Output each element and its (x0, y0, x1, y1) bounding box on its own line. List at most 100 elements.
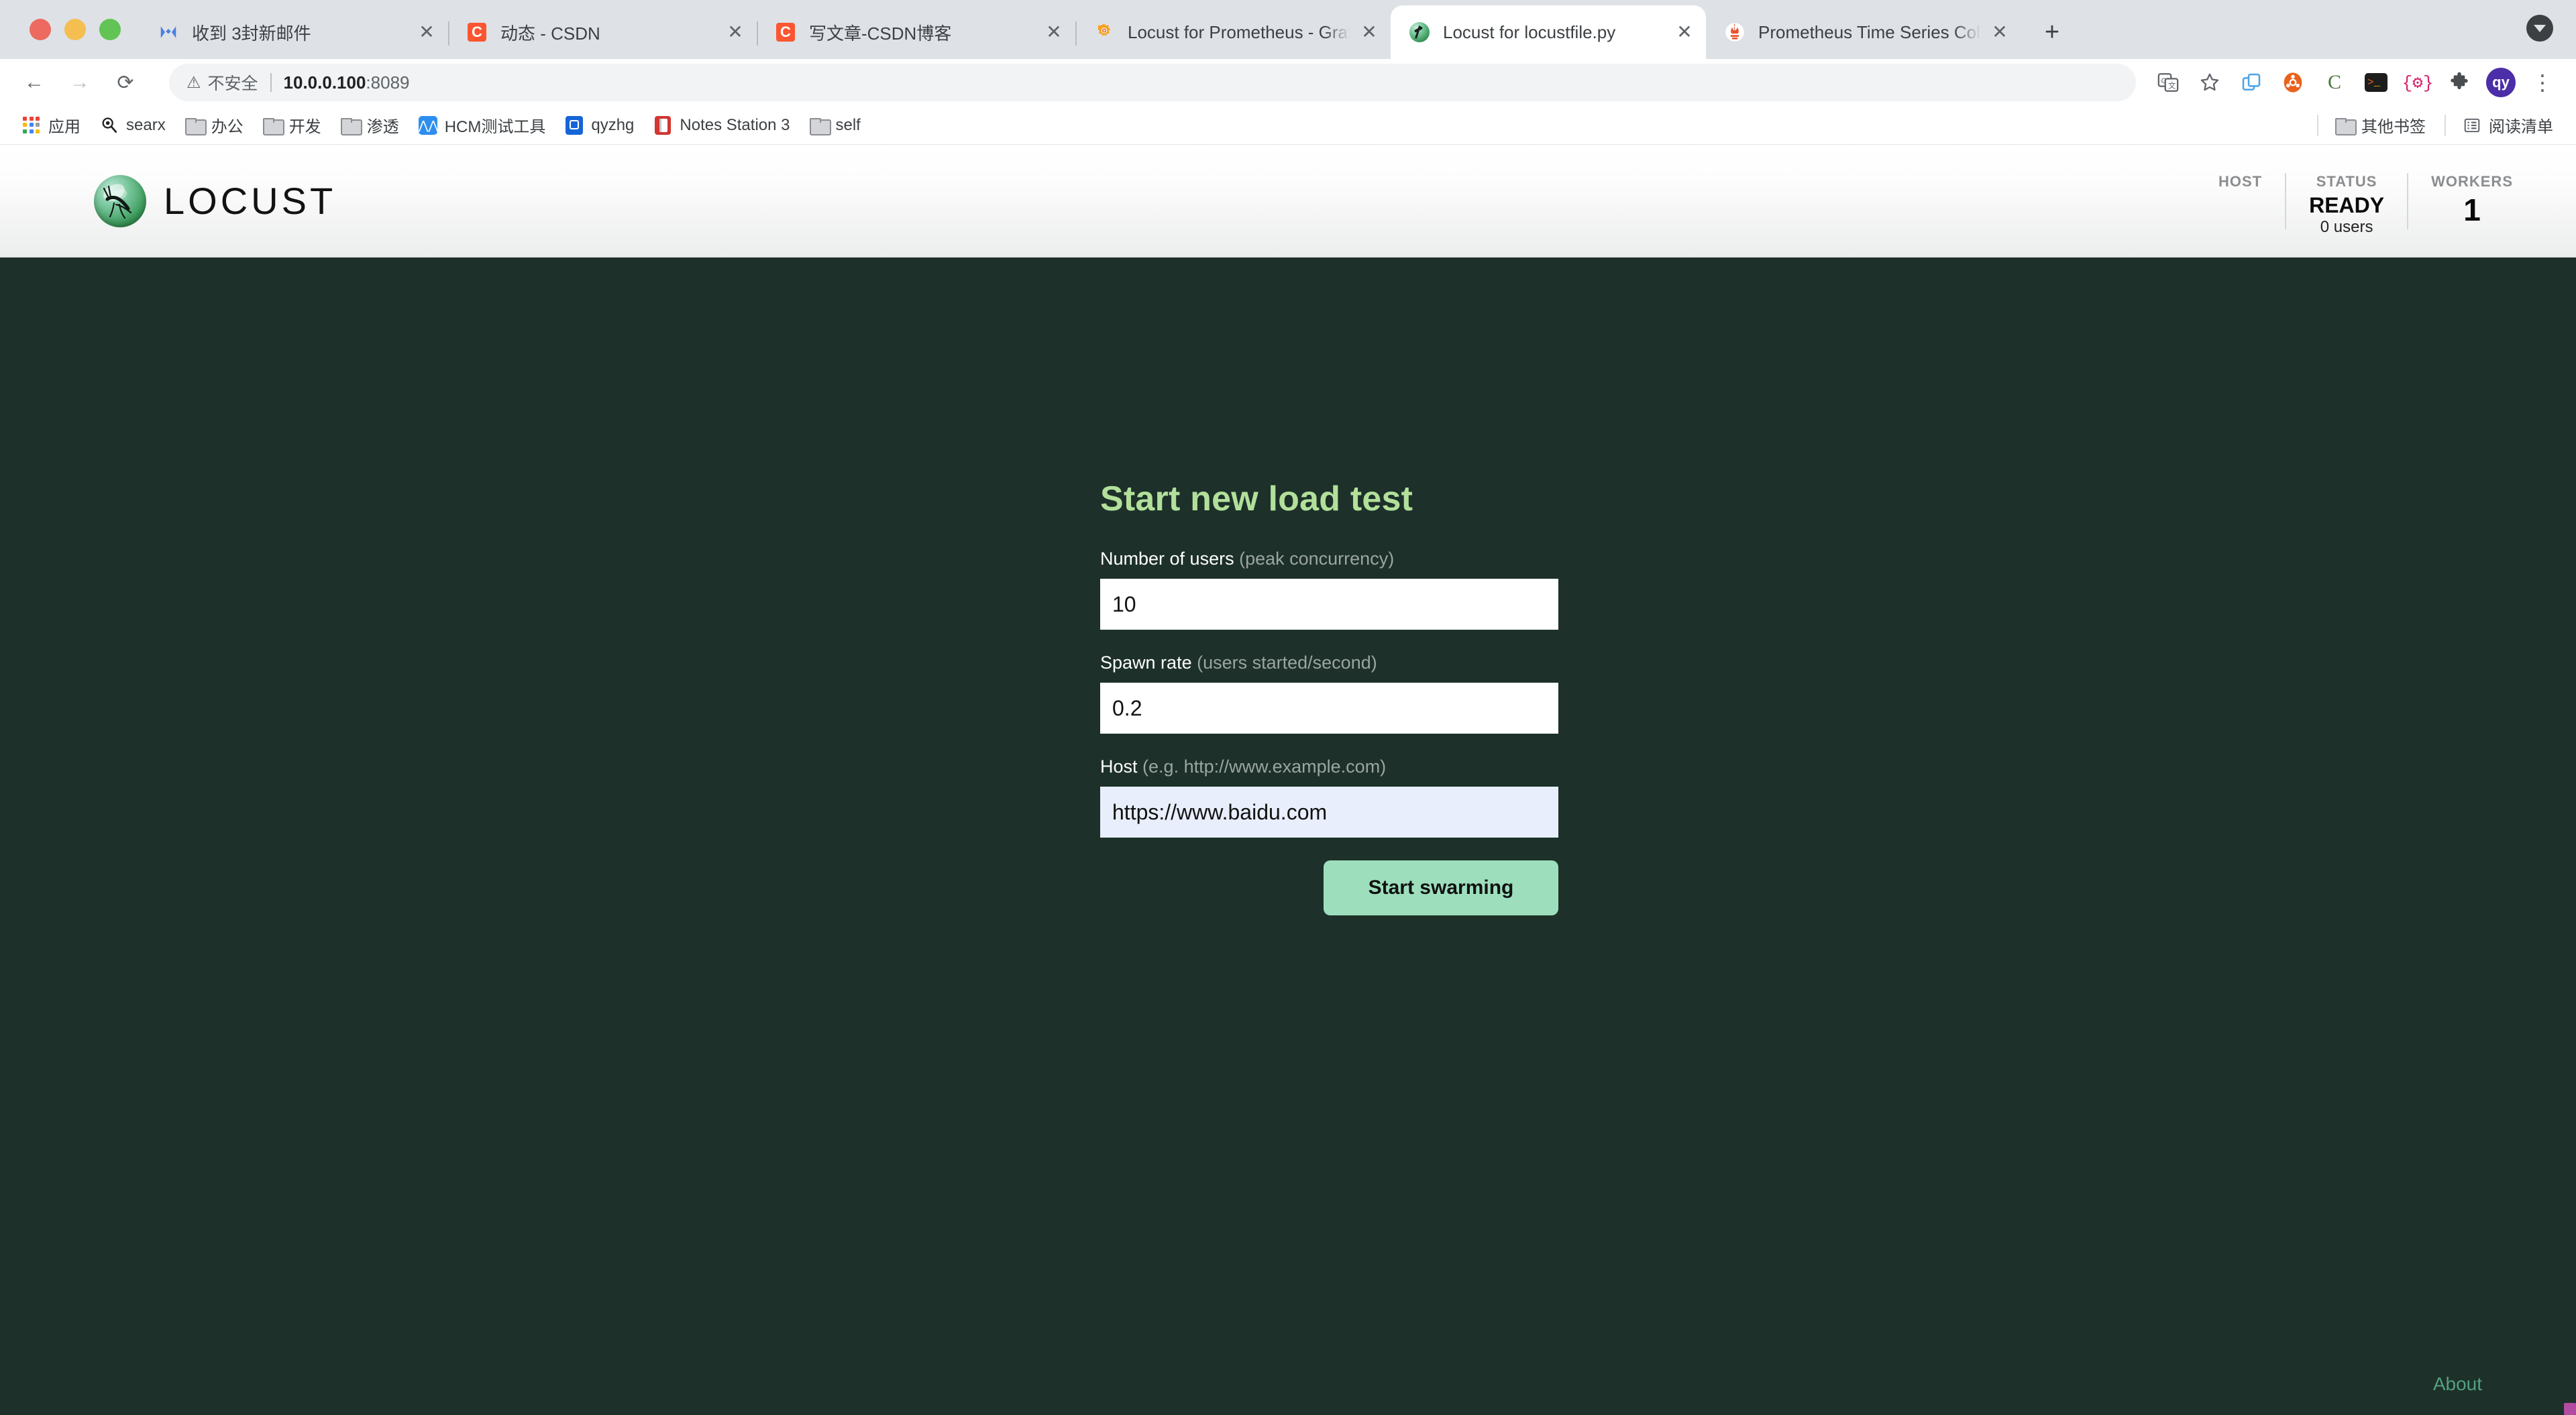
start-swarming-button[interactable]: Start swarming (1324, 860, 1558, 915)
browser-tab[interactable]: C 动态 - CSDN ✕ (448, 5, 757, 59)
translate-icon[interactable]: G文 (2149, 64, 2187, 101)
ubuntu-icon[interactable] (2274, 64, 2312, 101)
field-label-hint: (users started/second) (1197, 653, 1377, 673)
bookmark-folder-self[interactable]: self (801, 111, 869, 140)
chevron-down-icon (2534, 24, 2546, 32)
form-actions: Start swarming (1100, 860, 1558, 915)
bookmark-label: 渗透 (366, 118, 399, 136)
browser-tab[interactable]: 收到 3封新邮件 ✕ (140, 5, 448, 59)
puzzle-extensions-icon[interactable] (2440, 64, 2478, 101)
tab-close-button[interactable]: ✕ (720, 17, 750, 47)
profile-avatar[interactable]: qy (2482, 64, 2520, 101)
bookmark-star-icon[interactable] (2191, 64, 2229, 101)
tab-close-button[interactable]: ✕ (1354, 17, 1384, 47)
browser-tab-active[interactable]: Locust for locustfile.py ✕ (1391, 5, 1706, 59)
bookmarks-divider (2445, 114, 2446, 136)
bookmark-reading-list[interactable]: 阅读清单 (2454, 111, 2561, 140)
user-count-input[interactable]: 10 (1100, 579, 1558, 630)
bookmark-apps[interactable]: 应用 (13, 111, 89, 140)
apps-grid-icon (21, 115, 42, 135)
url-host: 10.0.0.100 (283, 72, 366, 93)
locust-web-ui: LOCUST HOST STATUS READY 0 users WORKERS… (0, 145, 2576, 1415)
locust-logo-icon (94, 174, 146, 227)
status-state-label: STATUS (2316, 172, 2377, 190)
page-footer: About (0, 1356, 2576, 1415)
grafana-icon (1093, 21, 1116, 44)
field-label-text: Spawn rate (1100, 653, 1192, 673)
csdn-c-icon[interactable]: C (2316, 64, 2353, 101)
tab-close-button[interactable]: ✕ (412, 17, 441, 47)
tab-close-button[interactable]: ✕ (1039, 17, 1069, 47)
locust-status-bar: HOST STATUS READY 0 users WORKERS 1 (2196, 172, 2536, 236)
locust-brand-name: LOCUST (164, 180, 337, 222)
qyzhg-icon (564, 115, 584, 135)
tab-title: 写文章-CSDN博客 (809, 23, 952, 44)
bookmark-folder-dev[interactable]: 开发 (254, 111, 329, 140)
browser-tab[interactable]: Prometheus Time Series Collec ✕ (1706, 5, 2021, 59)
back-button[interactable]: ← (15, 63, 54, 102)
notes-station-icon (653, 115, 673, 135)
tab-title: Prometheus Time Series Collec (1758, 21, 1981, 42)
browser-tab[interactable]: Locust for Prometheus - Grafan ✕ (1075, 5, 1391, 59)
reading-list-icon (2462, 115, 2482, 135)
tab-separator (757, 21, 758, 46)
bookmark-label: 应用 (48, 118, 80, 136)
spawn-rate-input[interactable]: 0.2 (1100, 683, 1558, 734)
chrome-menu-icon[interactable]: ⋮ (2524, 64, 2561, 101)
bookmark-label: qyzhg (591, 115, 635, 134)
bookmark-label: searx (126, 115, 166, 134)
mail-icon (157, 21, 180, 44)
field-host: Host (e.g. http://www.example.com) https… (1100, 756, 1563, 838)
field-label-text: Host (1100, 756, 1138, 777)
reload-button[interactable]: ⟳ (106, 63, 145, 102)
tab-close-button[interactable]: ✕ (1670, 17, 1699, 47)
bookmark-folder-office[interactable]: 办公 (176, 111, 252, 140)
field-spawn-rate: Spawn rate (users started/second) 0.2 (1100, 653, 1563, 734)
field-label-hint: (peak concurrency) (1239, 549, 1395, 569)
tab-separator (1075, 21, 1077, 46)
minimize-window-button[interactable] (64, 19, 86, 40)
status-host: HOST (2196, 173, 2285, 229)
bookmark-notes-station[interactable]: Notes Station 3 (645, 111, 798, 140)
bookmark-folder-pentest[interactable]: 渗透 (332, 111, 407, 140)
status-state: STATUS READY 0 users (2285, 172, 2407, 236)
start-test-form: Start new load test Number of users (pea… (1100, 479, 1563, 915)
browser-tab[interactable]: C 写文章-CSDN博客 ✕ (757, 5, 1075, 59)
address-bar-url: 10.0.0.100:8089 (284, 72, 410, 93)
bookmark-searx[interactable]: searx (91, 111, 174, 140)
status-workers-value: 1 (2463, 192, 2481, 227)
field-label-text: Number of users (1100, 549, 1234, 569)
status-workers-label: WORKERS (2431, 172, 2513, 190)
forward-button[interactable]: → (60, 63, 99, 102)
field-label-hint: (e.g. http://www.example.com) (1142, 756, 1387, 777)
security-status-text: 不安全 (207, 74, 258, 93)
address-bar[interactable]: ⚠ 不安全 10.0.0.100:8089 (169, 64, 2136, 101)
bookmark-hcm-tool[interactable]: ⋀⋀ HCM测试工具 (410, 111, 554, 140)
status-workers: WORKERS 1 (2407, 172, 2536, 229)
browser-window: 收到 3封新邮件 ✕ C 动态 - CSDN ✕ C 写文章-CSDN博客 ✕ (0, 0, 2576, 1415)
tab-copy-icon[interactable] (2233, 64, 2270, 101)
folder-icon (340, 115, 362, 135)
json-viewer-icon[interactable]: {⚙} (2399, 64, 2436, 101)
terminal-icon[interactable]: >_ (2357, 64, 2395, 101)
locust-icon (1408, 21, 1431, 44)
folder-icon (2334, 115, 2357, 135)
bookmarks-bar: 应用 searx 办公 开发 渗透 ⋀⋀ HCM测试工具 qyzhg Notes… (0, 106, 2576, 145)
maximize-window-button[interactable] (99, 19, 121, 40)
tab-search-button[interactable] (2526, 15, 2553, 42)
bookmark-other-bookmarks[interactable]: 其他书签 (2326, 111, 2434, 140)
url-port: :8089 (366, 72, 410, 93)
close-window-button[interactable] (30, 19, 51, 40)
new-tab-button[interactable]: + (2033, 13, 2071, 51)
field-label: Host (e.g. http://www.example.com) (1100, 756, 1563, 777)
bookmark-qyzhg[interactable]: qyzhg (556, 111, 642, 140)
about-link[interactable]: About (2433, 1373, 2482, 1394)
tab-close-button[interactable]: ✕ (1985, 17, 2015, 47)
host-input[interactable]: https://www.baidu.com (1100, 787, 1558, 838)
warning-triangle-icon: ⚠ (186, 73, 201, 92)
browser-toolbar: ← → ⟳ ⚠ 不安全 10.0.0.100:8089 G文 C >_ {⚙} (0, 59, 2576, 106)
field-label: Number of users (peak concurrency) (1100, 549, 1563, 569)
folder-icon (184, 115, 207, 135)
status-user-count: 0 users (2320, 218, 2373, 237)
resize-corner[interactable] (2564, 1403, 2576, 1415)
